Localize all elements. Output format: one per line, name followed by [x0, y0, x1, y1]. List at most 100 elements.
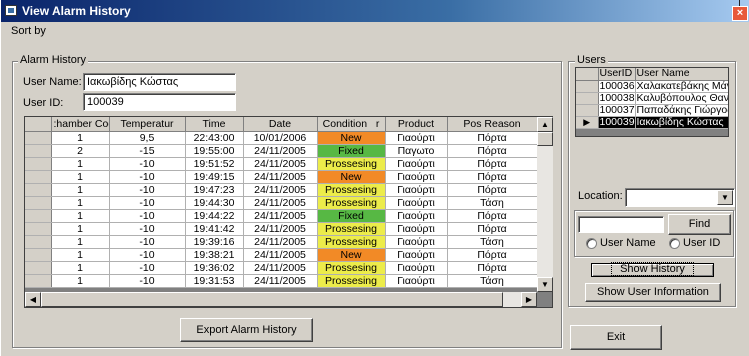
cell-condition[interactable]: New	[317, 131, 386, 145]
cell-username[interactable]: Παπαδάκης Γιώργος	[635, 104, 728, 117]
row-selector[interactable]	[25, 144, 52, 158]
row-selector[interactable]	[25, 222, 52, 236]
cell-condition[interactable]: Prossesing	[317, 196, 386, 210]
user-id-radio[interactable]	[669, 238, 680, 249]
cell-time[interactable]: 19:55:00	[185, 144, 244, 158]
table-row[interactable]: 1 -10 19:41:42 24/11/2005 Prossesing Γιαούρτι…	[25, 222, 538, 236]
column-header-time[interactable]: Time	[185, 117, 244, 132]
cell-date[interactable]: 24/11/2005	[243, 235, 318, 249]
cell-reason[interactable]: Πόρτα	[447, 144, 538, 158]
cell-chamber[interactable]: 1	[51, 196, 110, 210]
cell-temperature[interactable]: -10	[109, 170, 186, 184]
cell-time[interactable]: 19:31:53	[185, 274, 244, 288]
cell-condition[interactable]: Prossesing	[317, 222, 386, 236]
alarm-history-grid[interactable]: :hamber Cod Temperatur Time Date Conditi…	[24, 116, 553, 308]
cell-temperature[interactable]: -10	[109, 196, 186, 210]
cell-chamber[interactable]: 1	[51, 248, 110, 262]
cell-product[interactable]: Γιαούρτι	[385, 196, 448, 210]
user-row-selector[interactable]	[576, 104, 599, 117]
cell-reason[interactable]: Πόρτα	[447, 222, 538, 236]
cell-product[interactable]: Γιαούρτι	[385, 183, 448, 197]
cell-reason[interactable]: Τάση	[447, 274, 538, 288]
table-row[interactable]: 1 -10 19:31:53 24/11/2005 Prossesing Γιαούρτι…	[25, 274, 538, 288]
cell-date[interactable]: 24/11/2005	[243, 261, 318, 275]
cell-reason[interactable]: Πόρτα	[447, 261, 538, 275]
cell-time[interactable]: 19:51:52	[185, 157, 244, 171]
table-row[interactable]: 1 -10 19:44:22 24/11/2005 Fixed Γιαούρτι Πόρτα	[25, 209, 538, 223]
cell-username[interactable]: Καλυβόπουλος Θανάσι	[635, 92, 728, 105]
scroll-left-icon[interactable]: ◀	[25, 292, 41, 307]
cell-reason[interactable]: Πόρτα	[447, 131, 538, 145]
cell-condition[interactable]: Fixed	[317, 209, 386, 223]
cell-userid[interactable]: 100038	[598, 92, 636, 105]
cell-temperature[interactable]: -10	[109, 261, 186, 275]
cell-time[interactable]: 19:36:02	[185, 261, 244, 275]
cell-date[interactable]: 10/01/2006	[243, 131, 318, 145]
cell-time[interactable]: 22:43:00	[185, 131, 244, 145]
vertical-scroll-thumb[interactable]	[537, 132, 553, 146]
exit-button[interactable]: Exit	[570, 325, 662, 350]
user-row[interactable]: 100036 Χαλακατεβάκης Μάνο	[576, 80, 728, 93]
show-history-button[interactable]: Show History	[591, 262, 714, 277]
cell-time[interactable]: 19:38:21	[185, 248, 244, 262]
table-row[interactable]: 1 -10 19:39:16 24/11/2005 Prossesing Γιαούρτι…	[25, 235, 538, 249]
column-header-chamber[interactable]: :hamber Cod	[51, 117, 110, 132]
cell-temperature[interactable]: -10	[109, 274, 186, 288]
cell-time[interactable]: 19:39:16	[185, 235, 244, 249]
row-selector[interactable]	[25, 235, 52, 249]
cell-temperature[interactable]: -10	[109, 157, 186, 171]
users-grid[interactable]: UserID User Name 100036 Χαλακατεβάκης Μάν…	[575, 67, 729, 137]
column-header-username[interactable]: User Name	[635, 68, 728, 81]
table-row[interactable]: 1 -10 19:36:02 24/11/2005 Prossesing Γιαούρτι…	[25, 261, 538, 275]
cell-date[interactable]: 24/11/2005	[243, 248, 318, 262]
cell-reason[interactable]: Πόρτα	[447, 157, 538, 171]
user-row[interactable]: 100038Καλυβόπουλος Θανάσι	[576, 92, 728, 105]
table-row[interactable]: 1 -10 19:44:30 24/11/2005 Prossesing Γιαούρτι…	[25, 196, 538, 210]
close-icon[interactable]: ×	[732, 6, 748, 21]
user-row-selector[interactable]	[576, 80, 599, 93]
find-button[interactable]: Find	[668, 214, 731, 235]
table-row[interactable]: 1 -10 19:49:15 24/11/2005 New Γιαούρτι Πόρτα	[25, 170, 538, 184]
cell-chamber[interactable]: 1	[51, 261, 110, 275]
table-row[interactable]: 2 -15 19:55:00 24/11/2005 Fixed Παγωτο Πόρτα	[25, 144, 538, 158]
cell-temperature[interactable]: -10	[109, 235, 186, 249]
cell-product[interactable]: Γιαούρτι	[385, 209, 448, 223]
table-row[interactable]: 1 -10 19:51:52 24/11/2005 Prossesing Γιαούρτι…	[25, 157, 538, 171]
cell-temperature[interactable]: -10	[109, 248, 186, 262]
cell-reason[interactable]: Πόρτα	[447, 170, 538, 184]
cell-condition[interactable]: Prossesing	[317, 157, 386, 171]
cell-date[interactable]: 24/11/2005	[243, 209, 318, 223]
horizontal-scroll-thumb[interactable]	[41, 292, 503, 307]
cell-product[interactable]: Γιαούρτι	[385, 274, 448, 288]
cell-product[interactable]: Γιαούρτι	[385, 222, 448, 236]
cell-product[interactable]: Γιαούρτι	[385, 131, 448, 145]
user-id-field[interactable]: 100039	[83, 93, 236, 111]
scroll-down-icon[interactable]: ▼	[537, 277, 553, 292]
cell-date[interactable]: 24/11/2005	[243, 144, 318, 158]
column-header-condition[interactable]: Condition r	[317, 117, 386, 132]
cell-time[interactable]: 19:47:23	[185, 183, 244, 197]
grid-vertical-scrollbar[interactable]: ▲ ▼	[537, 117, 553, 292]
cell-condition[interactable]: Prossesing	[317, 183, 386, 197]
cell-chamber[interactable]: 1	[51, 183, 110, 197]
row-selector[interactable]	[25, 183, 52, 197]
cell-temperature[interactable]: -10	[109, 183, 186, 197]
cell-userid[interactable]: 100039	[598, 116, 636, 129]
cell-date[interactable]: 24/11/2005	[243, 170, 318, 184]
user-row[interactable]: ▶ 100039 Ιακωβίδης Κώστας	[576, 116, 728, 129]
user-row-selector[interactable]: ▶	[576, 116, 599, 129]
cell-chamber[interactable]: 1	[51, 222, 110, 236]
cell-time[interactable]: 19:41:42	[185, 222, 244, 236]
export-alarm-history-button[interactable]: Export Alarm History	[180, 318, 313, 342]
cell-time[interactable]: 19:44:30	[185, 196, 244, 210]
user-row[interactable]: 100037 Παπαδάκης Γιώργος	[576, 104, 728, 117]
cell-condition[interactable]: Fixed	[317, 144, 386, 158]
cell-product[interactable]: Γιαούρτι	[385, 261, 448, 275]
cell-condition[interactable]: Prossesing	[317, 274, 386, 288]
cell-product[interactable]: Παγωτο	[385, 144, 448, 158]
cell-chamber[interactable]: 2	[51, 144, 110, 158]
cell-date[interactable]: 24/11/2005	[243, 222, 318, 236]
cell-product[interactable]: Γιαούρτι	[385, 157, 448, 171]
row-selector[interactable]	[25, 209, 52, 223]
cell-chamber[interactable]: 1	[51, 274, 110, 288]
